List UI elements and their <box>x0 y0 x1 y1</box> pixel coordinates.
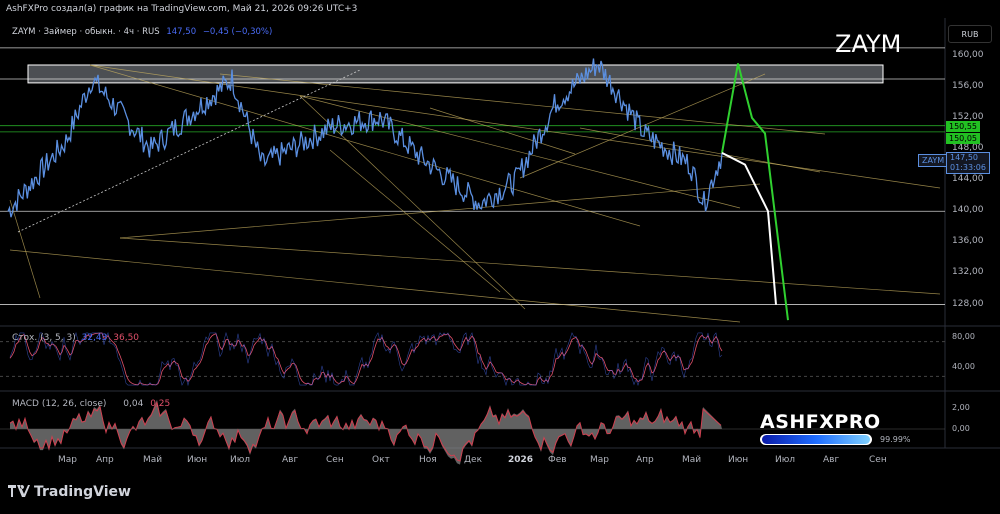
price-tick: 156,00 <box>952 80 984 91</box>
time-tick: Авг <box>282 455 299 465</box>
price-pane <box>0 47 945 323</box>
price-tick: 160,00 <box>952 49 984 60</box>
time-tick: 2026 <box>508 455 534 465</box>
level-tag-green: 150,05 <box>946 133 980 144</box>
stoch-d-value: 36,50 <box>113 333 140 343</box>
time-tick: Фев <box>548 455 567 465</box>
stoch-legend: Стох. (3, 5, 3) 32,43 36,50 <box>12 333 139 343</box>
price-tag: 147,50 01:33:06 <box>946 152 990 174</box>
trend-line <box>9 249 741 323</box>
time-tick: Дек <box>464 455 483 465</box>
price-tick: 128,00 <box>952 298 984 309</box>
stoch-k-value: 32,43 <box>81 333 108 343</box>
macd-tick: 0,00 <box>952 424 970 433</box>
time-tick: Авг <box>823 455 840 465</box>
macd-value: 0,04 <box>123 399 144 409</box>
time-tick: Мар <box>58 455 77 465</box>
macd-signal-value: 0,25 <box>150 399 171 409</box>
time-tick: Май <box>682 455 702 465</box>
price-tick: 144,00 <box>952 174 984 185</box>
logo-text: TradingView <box>34 484 131 500</box>
macd-line <box>9 401 722 462</box>
price-tag-value: 147,50 <box>950 153 978 162</box>
trend-line <box>119 237 941 295</box>
stoch-tick: 40,00 <box>952 362 975 371</box>
price-tick: 136,00 <box>952 236 984 247</box>
macd-label: MACD (12, 26, close) <box>12 399 107 409</box>
time-tick: Апр <box>636 455 654 465</box>
resistance-zone <box>27 64 884 84</box>
trend-line <box>429 107 576 155</box>
projection-white <box>721 151 777 305</box>
progress-percent: 99.99% <box>880 435 911 444</box>
progress-bar <box>762 435 870 444</box>
time-tick: Окт <box>372 455 390 465</box>
trend-line <box>329 149 501 293</box>
time-tick: Июл <box>775 455 796 465</box>
symbol-tag: ZAYM <box>918 154 949 167</box>
time-tick: Июл <box>230 455 251 465</box>
time-tick: Сен <box>869 455 887 465</box>
level-tag-green: 150,55 <box>946 121 980 132</box>
time-tick: Июн <box>187 455 208 465</box>
macd-histogram <box>10 399 722 465</box>
time-tick: Июн <box>728 455 749 465</box>
brand-watermark: ASHFXPRO <box>760 411 881 433</box>
tradingview-icon <box>8 485 30 497</box>
time-tick: Сен <box>326 455 344 465</box>
price-tick: 132,00 <box>952 267 984 278</box>
time-tick: Апр <box>96 455 114 465</box>
macd-legend: MACD (12, 26, close) 0,04 0,25 <box>12 399 170 409</box>
macd-tick: 2,00 <box>952 403 970 412</box>
bar-countdown: 01:33:06 <box>950 163 986 172</box>
time-tick: Мар <box>590 455 609 465</box>
stochastic-pane <box>0 331 945 387</box>
time-tick: Май <box>143 455 163 465</box>
trend-line <box>579 127 821 173</box>
time-tick: Ноя <box>419 455 437 465</box>
trend-line <box>9 199 41 299</box>
price-tick: 140,00 <box>952 205 984 216</box>
stoch-label: Стох. (3, 5, 3) <box>12 333 76 343</box>
trend-line <box>89 64 641 227</box>
stoch-tick: 80,00 <box>952 332 975 341</box>
tradingview-logo[interactable]: TradingView <box>8 484 131 500</box>
